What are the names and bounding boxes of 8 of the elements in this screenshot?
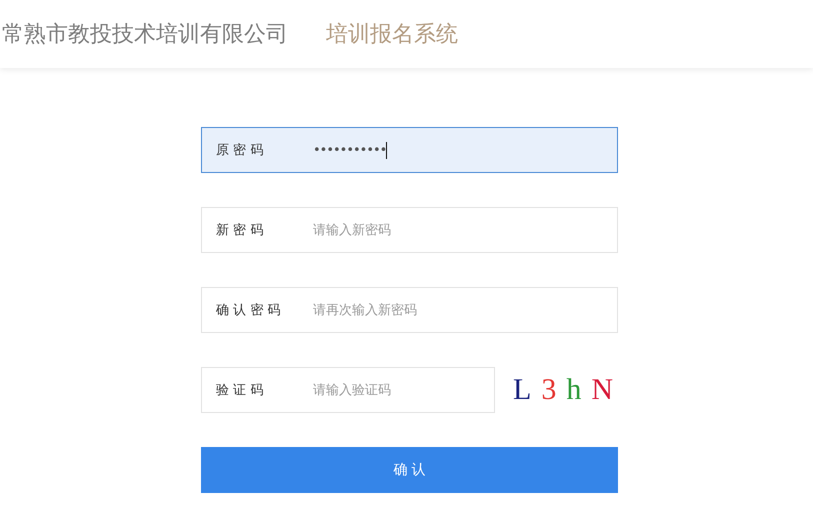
input-field[interactable]: 原 密 码 ••••••••••• [201, 127, 618, 173]
company-name: 常熟市教投技术培训有限公司 [2, 21, 288, 49]
confirm-button[interactable]: 确 认 [201, 447, 618, 493]
input-field[interactable]: 确 认 密 码 请再次输入新密码 [201, 287, 618, 333]
system-title: 培训报名系统 [326, 21, 458, 49]
input-field[interactable]: 新 密 码 请输入新密码 [201, 207, 618, 253]
captcha-image[interactable]: L 3 h N [509, 367, 617, 413]
input-field[interactable]: 验 证 码 请输入验证码 [201, 367, 495, 413]
